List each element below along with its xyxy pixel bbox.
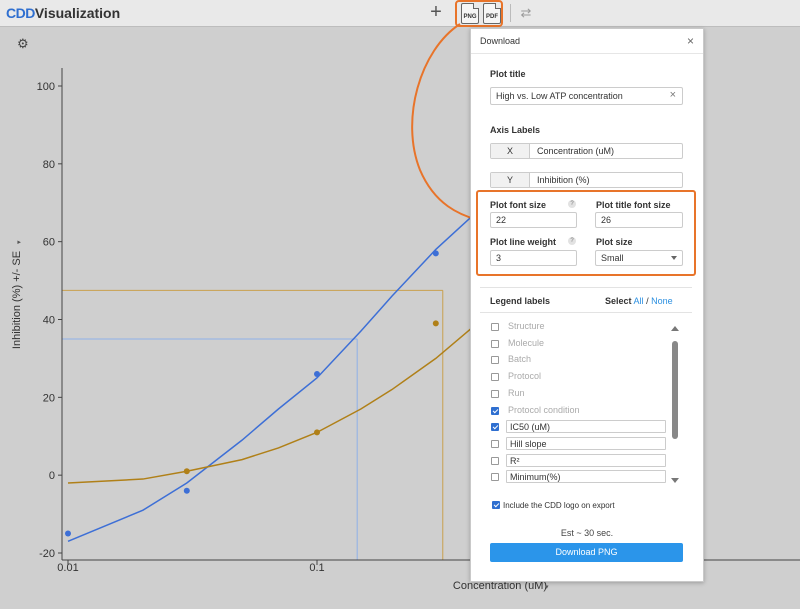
include-logo-checkbox[interactable] [492, 501, 500, 509]
download-png-button[interactable]: Download PNG [490, 543, 683, 562]
legend-checkbox[interactable] [491, 389, 499, 398]
y-tick-label: 60 [43, 237, 55, 249]
y-axis-label-input[interactable]: Y Inhibition (%) [490, 172, 683, 188]
data-point [432, 320, 439, 327]
x-axis-label-input[interactable]: X Concentration (uM) [490, 143, 683, 159]
panel-title: Download [480, 36, 521, 46]
x-tick-label: 0.01 [57, 562, 78, 574]
x-prefix: X [491, 144, 530, 158]
data-point [183, 487, 190, 494]
y-axis-label: Inhibition (%) +/- SE [11, 251, 23, 349]
select-controls: Select All / None [605, 296, 673, 306]
data-point [314, 429, 320, 436]
plot-title-value: High vs. Low ATP concentration [496, 91, 623, 101]
scroll-up-icon[interactable] [671, 326, 679, 331]
legend-checkbox[interactable] [491, 456, 499, 465]
close-icon[interactable]: × [687, 34, 694, 48]
estimate-text: Est ~ 30 sec. [560, 528, 614, 538]
legend-checkbox[interactable] [491, 473, 499, 482]
annotation-arc [411, 23, 479, 221]
data-point [183, 468, 190, 475]
include-logo-label: Include the CDD logo on export [503, 501, 615, 510]
legend-label-input[interactable]: IC50 (uM) [506, 420, 666, 434]
legend-item[interactable]: Hill slope [491, 436, 671, 452]
legend-item[interactable]: Run [491, 388, 671, 402]
legend-label: Protocol [508, 371, 542, 382]
x-tick-label: 0.1 [309, 562, 324, 574]
select-none-link[interactable]: None [651, 296, 673, 306]
select-all-link[interactable]: All [634, 296, 644, 306]
legend-label: Batch [508, 354, 532, 365]
legend-labels-label: Legend labels [490, 296, 551, 306]
plot-title-input[interactable]: High vs. Low ATP concentration × [490, 87, 683, 105]
legend-item[interactable]: Structure [491, 321, 671, 335]
legend-checkbox[interactable] [491, 323, 499, 331]
scroll-down-icon[interactable] [671, 478, 679, 483]
y-axis-value: Inhibition (%) [537, 175, 590, 185]
y-tick-label: 80 [43, 159, 55, 171]
legend-item[interactable]: Protocol [491, 371, 671, 385]
legend-checkbox[interactable] [491, 439, 499, 448]
legend-item[interactable]: Batch [491, 354, 671, 368]
y-tick-label: 40 [43, 315, 55, 327]
legend-item[interactable]: R² [491, 453, 671, 469]
data-point [432, 250, 439, 257]
legend-label-input[interactable]: Minimum(%) [506, 470, 666, 484]
axis-labels-label: Axis Labels [490, 125, 541, 135]
x-axis-value: Concentration (uM) [537, 146, 615, 156]
download-panel: Download × Plot title High vs. Low ATP c… [470, 28, 704, 582]
legend-checkbox[interactable] [491, 373, 499, 382]
y-tick-label: 0 [49, 470, 55, 482]
legend-scrollbar[interactable] [671, 326, 679, 486]
legend-label: Structure [508, 321, 545, 331]
y-tick-label: 100 [37, 81, 55, 93]
legend-label-input[interactable]: R² [506, 453, 666, 467]
legend-label: Run [508, 387, 525, 398]
panel-header: Download × [471, 29, 703, 54]
y-tick-label: -20 [39, 548, 55, 560]
plot-title-label: Plot title [490, 69, 526, 79]
legend-label: Protocol condition [508, 404, 580, 415]
legend-checkbox[interactable] [491, 423, 499, 432]
clear-icon[interactable]: × [670, 89, 676, 101]
settings-highlight [476, 190, 696, 276]
select-separator: / [646, 296, 649, 306]
data-point [65, 530, 71, 537]
select-label: Select [605, 296, 632, 306]
legend-item[interactable]: Molecule [491, 338, 671, 352]
divider [480, 312, 692, 313]
divider [480, 287, 692, 288]
legend-label: Molecule [508, 337, 545, 348]
x-axis-caret-icon: ▾ [545, 583, 549, 591]
data-point [314, 370, 320, 377]
y-prefix: Y [491, 173, 530, 187]
y-axis-caret-icon: ▾ [15, 240, 23, 244]
legend-checkbox[interactable] [491, 406, 499, 415]
legend-item[interactable]: Minimum(%) [491, 470, 671, 485]
scroll-thumb[interactable] [672, 341, 678, 439]
legend-item[interactable]: IC50 (uM) [491, 420, 671, 435]
y-tick-label: 20 [43, 392, 55, 404]
legend-item[interactable]: Protocol condition [491, 405, 671, 419]
legend-checkbox[interactable] [491, 356, 499, 365]
legend-checkbox[interactable] [491, 339, 499, 348]
legend-label-input[interactable]: Hill slope [506, 436, 666, 450]
